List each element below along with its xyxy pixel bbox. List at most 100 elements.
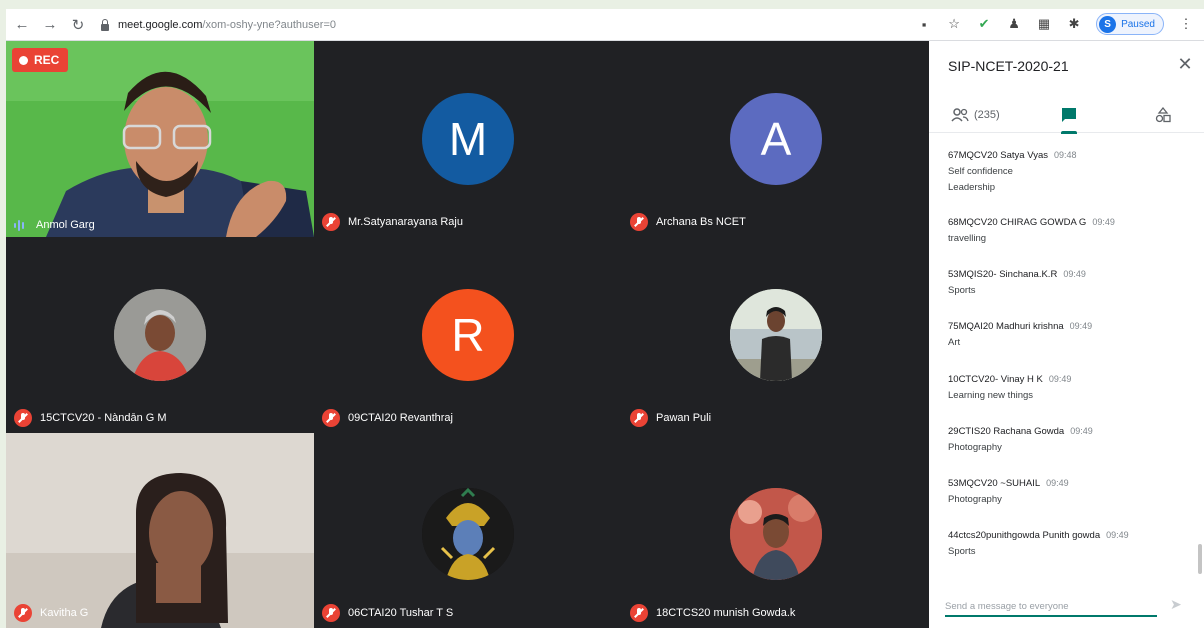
chat-scrollbar[interactable] bbox=[1198, 544, 1202, 574]
people-icon bbox=[951, 108, 969, 122]
panel-title: SIP-NCET-2020-21 bbox=[948, 58, 1069, 74]
star-icon[interactable]: ☆ bbox=[946, 16, 962, 32]
participant-name: 09CTAI20 Revanthraj bbox=[348, 412, 453, 424]
participant-photo bbox=[730, 289, 822, 381]
message-sender: 67MQCV20 Satya Vyas bbox=[948, 150, 1048, 161]
tab-activities[interactable] bbox=[1155, 97, 1171, 133]
participant-photo bbox=[114, 289, 206, 381]
participant-tile[interactable]: 15CTCV20 - Nàndān G M bbox=[6, 237, 314, 433]
message-text: Leadership bbox=[948, 182, 996, 193]
message-time: 09:49 bbox=[1092, 217, 1115, 227]
participant-tile[interactable]: Pawan Puli bbox=[622, 237, 930, 433]
participant-avatar: A bbox=[730, 93, 822, 185]
message-text: Photography bbox=[948, 442, 1002, 453]
profile-photo bbox=[422, 488, 514, 580]
profile-avatar: S bbox=[1099, 15, 1117, 33]
profile-photo bbox=[730, 289, 822, 381]
check-extension-icon[interactable]: ✔ bbox=[976, 16, 992, 32]
puzzle-icon[interactable]: ✱ bbox=[1066, 16, 1082, 32]
participant-tile[interactable]: R 09CTAI20 Revanthraj bbox=[314, 237, 622, 433]
activities-icon bbox=[1155, 107, 1171, 123]
participant-nameplate: 06CTAI20 Tushar T S bbox=[322, 604, 453, 622]
mic-off-icon bbox=[630, 213, 648, 231]
side-panel: SIP-NCET-2020-21 ✕ (235) 67MQCV20 Satya … bbox=[929, 41, 1204, 628]
chat-message: 53MQIS20- Sinchana.K.R 09:49 Sports bbox=[948, 269, 1193, 296]
extension-icon[interactable]: ♟ bbox=[1006, 16, 1022, 32]
participant-photo bbox=[730, 488, 822, 580]
message-text: Learning new things bbox=[948, 390, 1034, 401]
message-text: Art bbox=[948, 337, 961, 348]
profile-photo bbox=[114, 289, 206, 381]
message-text: Photography bbox=[948, 494, 1002, 505]
chat-message-input[interactable]: Send a message to everyone bbox=[945, 597, 1157, 617]
message-text: Sports bbox=[948, 546, 976, 557]
close-icon[interactable]: ✕ bbox=[1176, 55, 1194, 73]
participant-nameplate: Anmol Garg bbox=[14, 219, 95, 231]
participant-name: Kavitha G bbox=[40, 607, 89, 619]
chat-icon bbox=[1062, 108, 1076, 122]
camera-icon[interactable]: ▪ bbox=[916, 16, 932, 32]
grid-extension-icon[interactable]: ▦ bbox=[1036, 16, 1052, 32]
participant-tile[interactable]: 06CTAI20 Tushar T S bbox=[314, 433, 622, 628]
participant-tile[interactable]: Kavitha G bbox=[6, 433, 314, 628]
message-sender: 53MQIS20- Sinchana.K.R bbox=[948, 269, 1058, 280]
message-time: 09:49 bbox=[1063, 269, 1086, 279]
participant-name: Anmol Garg bbox=[36, 219, 95, 231]
avatar-letter: M bbox=[448, 113, 488, 165]
panel-tabs: (235) bbox=[929, 97, 1204, 134]
participant-name: Mr.Satyanarayana Raju bbox=[348, 216, 463, 228]
browser-toolbar: ← → ↻ meet.google.com/xom-oshy-yne?authu… bbox=[6, 9, 1204, 41]
profile-photo bbox=[730, 488, 822, 580]
reload-icon[interactable]: ↻ bbox=[66, 13, 90, 37]
participant-name: 06CTAI20 Tushar T S bbox=[348, 607, 454, 619]
participant-avatar: R bbox=[422, 289, 514, 381]
chat-message: 44ctcs20punithgowda Punith gowda 09:49 Sp… bbox=[948, 530, 1193, 557]
participant-name: Pawan Puli bbox=[656, 412, 712, 424]
mic-off-icon bbox=[322, 604, 340, 622]
message-sender: 53MQCV20 ~SUHAIL bbox=[948, 478, 1041, 489]
participant-nameplate: Archana Bs NCET bbox=[630, 213, 746, 231]
profile-paused-button[interactable]: S Paused bbox=[1096, 13, 1164, 35]
participant-nameplate: 18CTCS20 munish Gowda.k bbox=[630, 604, 795, 622]
tab-chat[interactable] bbox=[1061, 97, 1077, 134]
message-text: Sports bbox=[948, 285, 976, 296]
speaking-indicator-icon bbox=[14, 219, 28, 231]
participant-tile[interactable]: REC Anmol Garg bbox=[6, 41, 314, 237]
back-icon[interactable]: ← bbox=[10, 13, 34, 37]
participant-name: Archana Bs NCET bbox=[656, 216, 746, 228]
forward-icon[interactable]: → bbox=[38, 13, 62, 37]
participant-avatar: M bbox=[422, 93, 514, 185]
tab-people[interactable]: (235) bbox=[951, 97, 1000, 133]
extensions-bar: ▪ ☆ ✔ ♟ ▦ ✱ S Paused ⋮ bbox=[916, 13, 1194, 35]
url-host: meet.google.com bbox=[118, 18, 203, 31]
participant-grid: REC Anmol Garg M Mr.Satyanarayana Raju A… bbox=[6, 41, 930, 628]
participant-tile[interactable]: 18CTCS20 munish Gowda.k bbox=[622, 433, 930, 628]
lock-icon bbox=[100, 18, 110, 31]
participant-nameplate: Pawan Puli bbox=[630, 409, 711, 427]
participant-name: 15CTCV20 - Nàndān G M bbox=[40, 412, 167, 424]
avatar-letter: A bbox=[760, 113, 792, 165]
url-path: /xom-oshy-yne?authuser=0 bbox=[202, 18, 336, 31]
chat-message: 67MQCV20 Satya Vyas 09:48 Self confidence… bbox=[948, 150, 1193, 193]
participant-nameplate: 09CTAI20 Revanthraj bbox=[322, 409, 453, 427]
message-sender: 29CTIS20 Rachana Gowda bbox=[948, 426, 1065, 437]
chat-message-list[interactable]: 67MQCV20 Satya Vyas 09:48 Self confidence… bbox=[929, 144, 1204, 574]
message-time: 09:49 bbox=[1046, 478, 1069, 488]
participant-nameplate: 15CTCV20 - Nàndān G M bbox=[14, 409, 167, 427]
message-time: 09:49 bbox=[1070, 426, 1093, 436]
participant-tile[interactable]: M Mr.Satyanarayana Raju bbox=[314, 41, 622, 237]
participant-nameplate: Mr.Satyanarayana Raju bbox=[322, 213, 463, 231]
screen: ← → ↻ meet.google.com/xom-oshy-yne?authu… bbox=[0, 0, 1204, 628]
participant-tile[interactable]: A Archana Bs NCET bbox=[622, 41, 930, 237]
mic-off-icon bbox=[322, 213, 340, 231]
message-text: travelling bbox=[948, 233, 987, 244]
participant-video bbox=[6, 433, 314, 628]
more-vert-icon[interactable]: ⋮ bbox=[1178, 16, 1194, 32]
message-time: 09:49 bbox=[1048, 374, 1072, 384]
mic-off-icon bbox=[630, 604, 648, 622]
participant-name: 18CTCS20 munish Gowda.k bbox=[656, 607, 796, 619]
address-bar[interactable]: meet.google.com/xom-oshy-yne?authuser=0 bbox=[100, 13, 950, 37]
chat-message: 10CTCV20- Vinay H K 09:49 Learning new th… bbox=[948, 374, 1193, 401]
chat-message: 29CTIS20 Rachana Gowda 09:49 Photography bbox=[948, 426, 1193, 453]
send-icon[interactable]: ➤ bbox=[1170, 596, 1186, 612]
